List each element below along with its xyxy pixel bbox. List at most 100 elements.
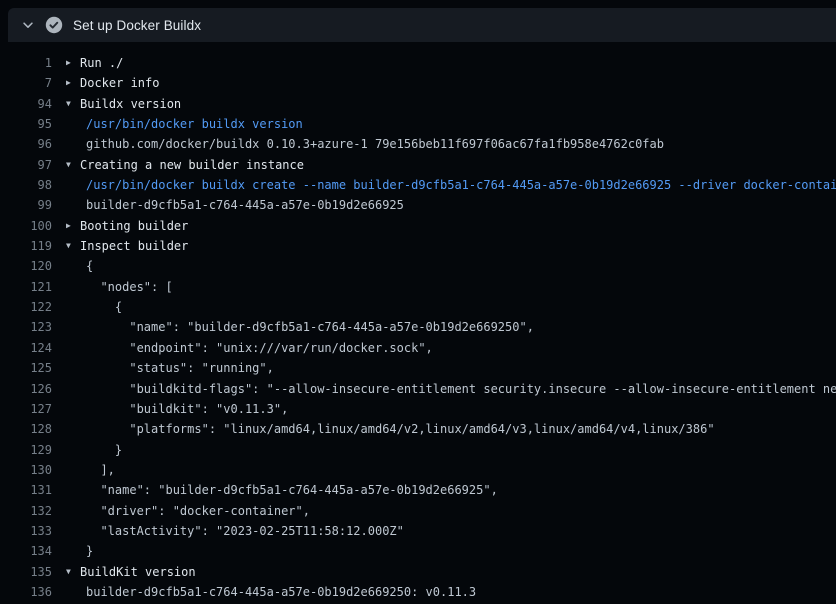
step-title: Set up Docker Buildx <box>73 18 201 33</box>
line-number[interactable]: 121 <box>8 277 52 297</box>
triangle-down-icon[interactable]: ▼ <box>66 155 80 175</box>
log-line[interactable]: 97 ▼Creating a new builder instance <box>8 155 836 175</box>
output-text: "name": "builder-d9cfb5a1-c764-445a-a57e… <box>80 480 498 500</box>
arrow-spacer <box>66 521 80 541</box>
output-text: builder-d9cfb5a1-c764-445a-a57e-0b19d2e6… <box>80 582 476 602</box>
line-number[interactable]: 126 <box>8 379 52 399</box>
log-line: 122 { <box>8 297 836 317</box>
step-log-panel: Set up Docker Buildx 1▶Run ./7▶Docker in… <box>8 8 836 604</box>
arrow-spacer <box>66 175 80 195</box>
output-text: "driver": "docker-container", <box>80 501 310 521</box>
line-number[interactable]: 96 <box>8 134 52 154</box>
log-line[interactable]: 7▶Docker info <box>8 73 836 93</box>
arrow-spacer <box>66 379 80 399</box>
line-number[interactable]: 120 <box>8 256 52 276</box>
arrow-spacer <box>66 399 80 419</box>
arrow-spacer <box>66 501 80 521</box>
line-number[interactable]: 123 <box>8 317 52 337</box>
triangle-down-icon[interactable]: ▼ <box>66 236 80 256</box>
log-line[interactable]: 1 ▶Run ./ <box>8 53 836 73</box>
triangle-right-icon[interactable]: ▶ <box>66 53 80 73</box>
output-text: "endpoint": "unix:///var/run/docker.sock… <box>80 338 433 358</box>
line-number[interactable]: 94 <box>8 94 52 114</box>
output-text: } <box>80 541 93 561</box>
line-number[interactable]: 125 <box>8 358 52 378</box>
log-line: 130 ], <box>8 460 836 480</box>
arrow-spacer <box>66 541 80 561</box>
group-title: Booting builder <box>80 216 188 236</box>
log-line[interactable]: 100 ▶Booting builder <box>8 216 836 236</box>
triangle-right-icon[interactable]: ▶ <box>66 216 80 236</box>
line-number[interactable]: 97 <box>8 155 52 175</box>
log-line: 129 } <box>8 440 836 460</box>
command-text: /usr/bin/docker buildx version <box>80 114 303 134</box>
log-line: 132 "driver": "docker-container", <box>8 501 836 521</box>
output-text: "name": "builder-d9cfb5a1-c764-445a-a57e… <box>80 317 534 337</box>
line-number[interactable]: 95 <box>8 114 52 134</box>
line-number[interactable]: 122 <box>8 297 52 317</box>
arrow-spacer <box>66 195 80 215</box>
line-number[interactable]: 131 <box>8 480 52 500</box>
log-line: 128 "platforms": "linux/amd64,linux/amd6… <box>8 419 836 439</box>
group-title: Creating a new builder instance <box>80 155 304 175</box>
arrow-spacer <box>66 480 80 500</box>
log-line: 134} <box>8 541 836 561</box>
line-number[interactable]: 119 <box>8 236 52 256</box>
step-header[interactable]: Set up Docker Buildx <box>8 8 836 42</box>
line-number[interactable]: 135 <box>8 562 52 582</box>
line-number[interactable]: 98 <box>8 175 52 195</box>
triangle-down-icon[interactable]: ▼ <box>66 94 80 114</box>
log-line: 98/usr/bin/docker buildx create --name b… <box>8 175 836 195</box>
log-body: 1▶Run ./7▶Docker info94▼Buildx version95… <box>8 42 836 602</box>
triangle-down-icon[interactable]: ▼ <box>66 562 80 582</box>
line-number[interactable]: 133 <box>8 521 52 541</box>
line-number[interactable]: 129 <box>8 440 52 460</box>
output-text: "buildkit": "v0.11.3", <box>80 399 288 419</box>
output-text: builder-d9cfb5a1-c764-445a-a57e-0b19d2e6… <box>80 195 404 215</box>
output-text: "platforms": "linux/amd64,linux/amd64/v2… <box>80 419 715 439</box>
line-number[interactable]: 99 <box>8 195 52 215</box>
output-text: "buildkitd-flags": "--allow-insecure-ent… <box>80 379 836 399</box>
line-number[interactable]: 128 <box>8 419 52 439</box>
output-text: { <box>80 297 122 317</box>
group-title: Run ./ <box>80 53 123 73</box>
log-line: 96 github.com/docker/buildx 0.10.3+azure-… <box>8 134 836 154</box>
group-title: Inspect builder <box>80 236 188 256</box>
triangle-right-icon[interactable]: ▶ <box>66 73 80 93</box>
output-text: github.com/docker/buildx 0.10.3+azure-1 … <box>80 134 664 154</box>
arrow-spacer <box>66 338 80 358</box>
log-line: 131 "name": "builder-d9cfb5a1-c764-445a-… <box>8 480 836 500</box>
log-line[interactable]: 135 ▼BuildKit version <box>8 562 836 582</box>
group-title: Buildx version <box>80 94 181 114</box>
arrow-spacer <box>66 297 80 317</box>
output-text: { <box>80 256 93 276</box>
output-text: ], <box>80 460 115 480</box>
log-line: 95/usr/bin/docker buildx version <box>8 114 836 134</box>
line-number[interactable]: 130 <box>8 460 52 480</box>
log-line: 123 "name": "builder-d9cfb5a1-c764-445a-… <box>8 317 836 337</box>
arrow-spacer <box>66 256 80 276</box>
log-line: 99 builder-d9cfb5a1-c764-445a-a57e-0b19d2… <box>8 195 836 215</box>
line-number[interactable]: 132 <box>8 501 52 521</box>
log-line: 133 "lastActivity": "2023-02-25T11:58:12… <box>8 521 836 541</box>
arrow-spacer <box>66 134 80 154</box>
line-number[interactable]: 136 <box>8 582 52 602</box>
arrow-spacer <box>66 460 80 480</box>
log-line[interactable]: 119 ▼Inspect builder <box>8 236 836 256</box>
line-number[interactable]: 100 <box>8 216 52 236</box>
chevron-down-icon[interactable] <box>20 17 36 33</box>
arrow-spacer <box>66 440 80 460</box>
log-line: 125 "status": "running", <box>8 358 836 378</box>
line-number[interactable]: 1 <box>8 53 52 73</box>
line-number[interactable]: 124 <box>8 338 52 358</box>
log-line: 121 "nodes": [ <box>8 277 836 297</box>
log-line: 127 "buildkit": "v0.11.3", <box>8 399 836 419</box>
group-title: BuildKit version <box>80 562 196 582</box>
line-number[interactable]: 7 <box>8 73 52 93</box>
log-line[interactable]: 94 ▼Buildx version <box>8 94 836 114</box>
output-text: "lastActivity": "2023-02-25T11:58:12.000… <box>80 521 404 541</box>
command-text: /usr/bin/docker buildx create --name bui… <box>80 175 836 195</box>
log-line: 120 { <box>8 256 836 276</box>
line-number[interactable]: 127 <box>8 399 52 419</box>
line-number[interactable]: 134 <box>8 541 52 561</box>
